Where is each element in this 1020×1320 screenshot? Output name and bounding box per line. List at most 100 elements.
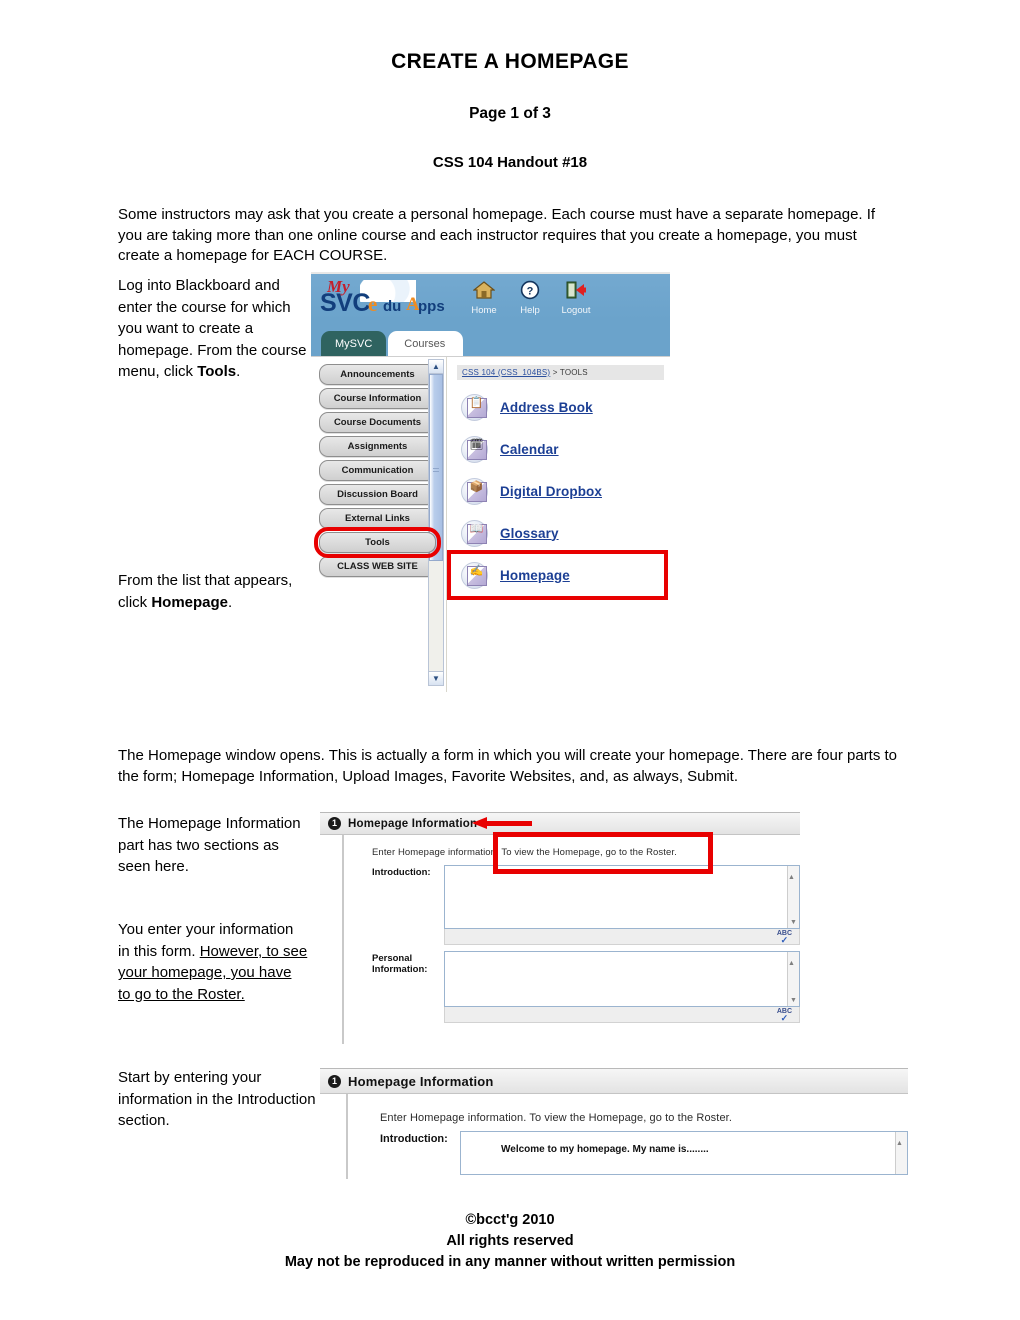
tool-label-glossary: Glossary xyxy=(500,525,559,541)
logo-text-svc: SVC xyxy=(320,289,370,317)
step-2-instruction: From the list that appears, click Homepa… xyxy=(118,570,308,613)
tab-courses[interactable]: Courses xyxy=(388,331,464,356)
introduction-label-2: Introduction: xyxy=(380,1133,448,1145)
tool-label-calendar: Calendar xyxy=(500,441,559,457)
tool-item-homepage[interactable]: ✍ Homepage xyxy=(447,550,668,600)
logo-text-e: e xyxy=(368,292,378,316)
banner-nav-icons: Home ? Help Logout xyxy=(466,280,594,316)
scroll-up-arrow[interactable]: ▲ xyxy=(429,360,443,374)
course-menu-course-documents[interactable]: Course Documents xyxy=(319,412,436,433)
course-menu-scrollbar[interactable]: ▲ ▼ xyxy=(428,359,444,686)
tool-label-address-book: Address Book xyxy=(500,399,593,415)
step-2-text-b: . xyxy=(228,593,233,611)
introduction-field-row-2: Introduction: Welcome to my homepage. My… xyxy=(380,1131,908,1175)
course-menu: Announcements Course Information Course … xyxy=(311,357,447,692)
calendar-glyph: 🗓 xyxy=(469,439,484,451)
introduction-textarea-wrap: ▲ ▼ ABC xyxy=(444,865,800,945)
homepage-form-filled-screenshot: 1 Homepage Information Enter Homepage in… xyxy=(320,1068,908,1179)
homepage-glyph: ✍ xyxy=(469,565,484,577)
course-menu-communication[interactable]: Communication xyxy=(319,460,436,481)
red-annotation-box-roster xyxy=(493,832,713,874)
step-1-bold-tools: Tools xyxy=(197,363,237,380)
home-icon xyxy=(466,280,502,304)
address-book-icon: 📋 xyxy=(461,393,491,421)
intro-scroll-down[interactable]: ▼ xyxy=(788,918,799,928)
form-description-paragraph: The Homepage window opens. This is actua… xyxy=(118,747,898,785)
homepage-section-header-2: 1 Homepage Information xyxy=(320,1069,908,1094)
tool-item-digital-dropbox[interactable]: 📦 Digital Dropbox xyxy=(447,470,670,512)
course-menu-class-web-site[interactable]: CLASS WEB SITE xyxy=(319,556,436,577)
personal-scroll-down[interactable]: ▼ xyxy=(788,996,799,1006)
logout-nav-item[interactable]: Logout xyxy=(558,280,594,316)
personal-information-textarea-wrap: ▲ ▼ ABC xyxy=(444,951,800,1023)
svg-text:?: ? xyxy=(527,286,534,298)
introduction-textarea-scrollbar-2[interactable]: ▲ xyxy=(895,1132,907,1174)
homepage-form-blank-screenshot: 1 Homepage Information Enter Homepage in… xyxy=(320,812,800,1044)
step-4-text: Start by entering your information in th… xyxy=(118,1069,316,1129)
step-3-text: The Homepage Information part has two se… xyxy=(118,815,301,875)
tool-label-digital-dropbox: Digital Dropbox xyxy=(500,483,602,499)
course-menu-assignments[interactable]: Assignments xyxy=(319,436,436,457)
introduction-textarea-wrap-2: Welcome to my homepage. My name is......… xyxy=(460,1131,908,1175)
tool-item-calendar[interactable]: 🗓 Calendar xyxy=(447,428,670,470)
home-nav-item[interactable]: Home xyxy=(466,280,502,316)
tool-item-address-book[interactable]: 📋 Address Book xyxy=(447,386,670,428)
logo-text-pps: pps xyxy=(418,298,445,315)
course-menu-tools[interactable]: Tools xyxy=(314,527,441,558)
help-nav-item[interactable]: ? Help xyxy=(512,280,548,316)
help-nav-label: Help xyxy=(520,305,540,316)
page-title: CREATE A HOMEPAGE xyxy=(391,50,629,73)
logout-icon xyxy=(558,280,594,304)
tool-label-homepage: Homepage xyxy=(500,567,570,583)
intro-scroll-up-2[interactable]: ▲ xyxy=(896,1140,903,1147)
personal-spellcheck-bar[interactable]: ABC xyxy=(444,1007,800,1023)
homepage-icon: ✍ xyxy=(461,561,491,589)
introduction-textarea-scrollbar[interactable]: ▲ ▼ xyxy=(787,866,799,928)
personal-information-textarea[interactable]: ▲ ▼ xyxy=(444,951,800,1007)
scroll-down-arrow[interactable]: ▼ xyxy=(429,671,443,685)
section-title: Homepage Information xyxy=(348,817,478,830)
introduction-textarea-2[interactable]: Welcome to my homepage. My name is......… xyxy=(460,1131,908,1175)
glossary-icon: 📖 xyxy=(461,519,491,547)
help-icon: ? xyxy=(512,280,548,304)
introduction-entered-text: Welcome to my homepage. My name is......… xyxy=(501,1144,709,1155)
home-nav-label: Home xyxy=(471,305,497,316)
personal-scroll-up[interactable]: ▲ xyxy=(788,960,795,967)
handout-label: CSS 104 Handout #18 xyxy=(432,154,588,171)
breadcrumb-course-link[interactable]: CSS 104 (CSS_104BS) xyxy=(462,368,550,377)
address-book-glyph: 📋 xyxy=(469,397,484,409)
spellcheck-icon[interactable]: ABC xyxy=(777,930,792,943)
tab-mysvc[interactable]: MySVC xyxy=(321,331,387,356)
course-menu-external-links[interactable]: External Links xyxy=(319,508,436,529)
mysvc-eduapps-logo: My SVC e du A pps xyxy=(320,278,445,323)
intro-scroll-up[interactable]: ▲ xyxy=(788,874,795,881)
introduction-label: Introduction: xyxy=(372,867,431,878)
personal-textarea-scrollbar[interactable]: ▲ ▼ xyxy=(787,952,799,1006)
step-1-instruction: Log into Blackboard and enter the course… xyxy=(118,275,308,383)
introduction-textarea[interactable]: ▲ ▼ xyxy=(444,865,800,929)
course-menu-discussion-board[interactable]: Discussion Board xyxy=(319,484,436,505)
red-annotation-arrow xyxy=(472,817,534,830)
page-number-label: Page 1 of 3 xyxy=(469,105,551,122)
step-4-instruction: Start by entering your information in th… xyxy=(118,1067,318,1132)
footer-copyright: ©bcct'g 2010 xyxy=(465,1212,555,1228)
course-menu-course-information[interactable]: Course Information xyxy=(319,388,436,409)
personal-information-label: Personal Information: xyxy=(372,953,428,975)
page-footer: ©bcct'g 2010 All rights reserved May not… xyxy=(0,1210,1020,1273)
spellcheck-icon-2[interactable]: ABC xyxy=(777,1008,792,1021)
section-number-badge: 1 xyxy=(328,817,341,830)
handout-page: CREATE A HOMEPAGE Page 1 of 3 CSS 104 Ha… xyxy=(0,0,1020,1320)
section-title-2: Homepage Information xyxy=(348,1073,494,1089)
course-menu-announcements[interactable]: Announcements xyxy=(319,364,436,385)
homepage-form-body-2: Enter Homepage information. To view the … xyxy=(346,1094,908,1179)
tools-content-panel: CSS 104 (CSS_104BS) > TOOLS 📋 Address Bo… xyxy=(447,357,670,692)
logo-text-du: du xyxy=(383,298,402,315)
tool-item-glossary[interactable]: 📖 Glossary xyxy=(447,512,670,554)
step-3-instruction-a: The Homepage Information part has two se… xyxy=(118,813,308,878)
personal-information-field-row: Personal Information: ▲ ▼ ABC xyxy=(372,951,800,1023)
intro-paragraph: Some instructors may ask that you create… xyxy=(118,206,876,264)
breadcrumb-separator: > xyxy=(550,368,560,377)
introduction-field-row: Introduction: ▲ ▼ ABC xyxy=(372,865,800,945)
introduction-spellcheck-bar[interactable]: ABC xyxy=(444,929,800,945)
footer-rights: All rights reserved xyxy=(446,1233,574,1249)
